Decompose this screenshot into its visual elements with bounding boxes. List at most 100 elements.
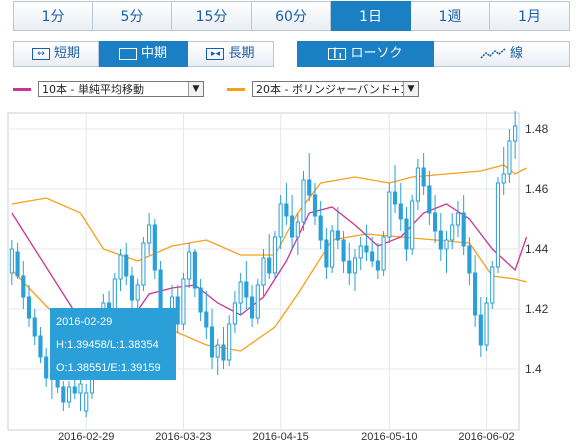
candle[interactable] (301, 171, 306, 231)
tooltip-date: 2016-02-29 (56, 316, 112, 328)
period-buttons: ↔ 短期 中期 ▸◂ 長期 (13, 41, 274, 67)
y-tick-label: 1.4 (525, 362, 542, 376)
candle[interactable] (484, 297, 489, 351)
candle[interactable] (381, 231, 386, 276)
long-term-label: 長期 (228, 46, 255, 61)
candle[interactable] (495, 177, 501, 273)
candle-body (467, 245, 472, 274)
timeframe-tabs: 1分 5分 15分 60分 1日 1週 1月 (13, 1, 570, 33)
candle-body (192, 251, 197, 289)
candle-body (312, 194, 318, 217)
candle-body (307, 179, 312, 196)
candle-body (44, 356, 49, 379)
candle-body (221, 344, 226, 361)
band-select[interactable]: 20本 - ボリンジャーバンド+1 ▼ (252, 81, 419, 97)
candle-body (347, 260, 352, 274)
candle-body (147, 224, 152, 244)
candle[interactable] (181, 273, 186, 330)
ma-color-swatch (13, 87, 31, 91)
candle-body (410, 200, 415, 250)
candle[interactable] (141, 237, 146, 291)
candle[interactable] (255, 279, 260, 324)
candle-body (227, 323, 232, 361)
candle-body (267, 257, 272, 274)
candle-body (392, 191, 398, 205)
candle-body (438, 230, 443, 250)
candle-body (330, 230, 335, 268)
candle-body (72, 386, 77, 394)
tab-1month[interactable]: 1月 (490, 1, 570, 31)
long-term-button[interactable]: ▸◂ 長期 (188, 41, 274, 67)
candle-body (15, 251, 20, 277)
candlestick-button[interactable]: ┃╻ ローソク (297, 41, 434, 67)
short-term-button[interactable]: ↔ 短期 (13, 41, 99, 67)
tab-1week[interactable]: 1週 (411, 1, 490, 31)
candle-body (341, 239, 346, 262)
candle[interactable] (272, 231, 278, 279)
band-select-value: 20本 - ボリンジャーバンド+1 (256, 83, 408, 96)
candle-body (152, 224, 157, 271)
candle-body (290, 215, 295, 238)
candle[interactable] (152, 219, 157, 279)
candle-body (84, 392, 89, 412)
candle-body (118, 254, 123, 280)
candle-body (398, 203, 403, 220)
candle-body (415, 167, 420, 202)
tab-15min[interactable]: 15分 (172, 1, 252, 31)
tab-1min[interactable]: 1分 (13, 1, 93, 31)
candle-body (9, 248, 14, 274)
y-tick-label: 1.42 (525, 302, 549, 316)
candle-body (66, 386, 72, 403)
candle[interactable] (490, 261, 495, 309)
x-tick-label: 2016-02-29 (58, 431, 114, 442)
candle[interactable] (330, 225, 335, 273)
line-label: 線 (509, 46, 523, 61)
candle-body (272, 236, 278, 274)
mid-term-button[interactable]: 中期 (99, 41, 188, 67)
tooltip: 2016-02-29 H:1.39458/L:1.38354 O:1.38551… (50, 308, 176, 380)
candle-body (135, 284, 140, 301)
candle-body (335, 230, 340, 241)
candle-body (495, 182, 501, 268)
candle-body (232, 302, 237, 325)
candle-body (249, 296, 255, 319)
ma-select[interactable]: 10本 - 単純平均移動 ▼ (38, 81, 204, 97)
ma-select-value: 10本 - 単純平均移動 (42, 83, 144, 96)
mid-term-label: 中期 (140, 46, 167, 61)
line-button[interactable]: 線 (434, 41, 570, 67)
candle-body (187, 251, 192, 280)
tab-60min[interactable]: 60分 (252, 1, 331, 31)
candle-body (301, 179, 306, 223)
candlestick-label: ローソク (350, 46, 403, 61)
candle-body (352, 257, 358, 274)
candle-body (238, 281, 243, 304)
candle-body (433, 212, 438, 232)
candle-body (507, 140, 512, 175)
candle-body (358, 245, 363, 259)
x-tick-label: 2016-06-02 (458, 431, 514, 442)
candle-body (387, 191, 392, 238)
tooltip-open-end: O:1.38551/E:1.39159 (56, 362, 161, 374)
chevron-down-icon: ▼ (188, 82, 203, 96)
candle-body (427, 185, 432, 214)
tooltip-high-low: H:1.39458/L:1.38354 (56, 339, 159, 351)
candle-body (375, 260, 380, 271)
candle[interactable] (387, 183, 392, 243)
candlestick-icon: ┃╻ (328, 48, 347, 60)
band-color-swatch (227, 87, 245, 91)
candle-body (124, 254, 129, 277)
candle-body (318, 215, 323, 241)
candle-body (61, 386, 66, 403)
candle-body (461, 212, 466, 247)
tab-5min[interactable]: 5分 (93, 1, 172, 31)
candlestick-chart: 1.48 1.46 1.44 1.42 1.4 2016-02-29 2016-03-23… (7, 111, 549, 442)
compress-icon: ▸◂ (206, 48, 225, 60)
candle-body (324, 239, 329, 268)
chart-type-buttons: ┃╻ ローソク 線 (297, 41, 570, 67)
candle-body (21, 275, 26, 298)
y-tick-label: 1.44 (525, 242, 549, 256)
candle-body (473, 272, 478, 316)
candle-body (381, 236, 386, 271)
tab-1day[interactable]: 1日 (331, 1, 411, 31)
candle[interactable] (410, 195, 415, 255)
